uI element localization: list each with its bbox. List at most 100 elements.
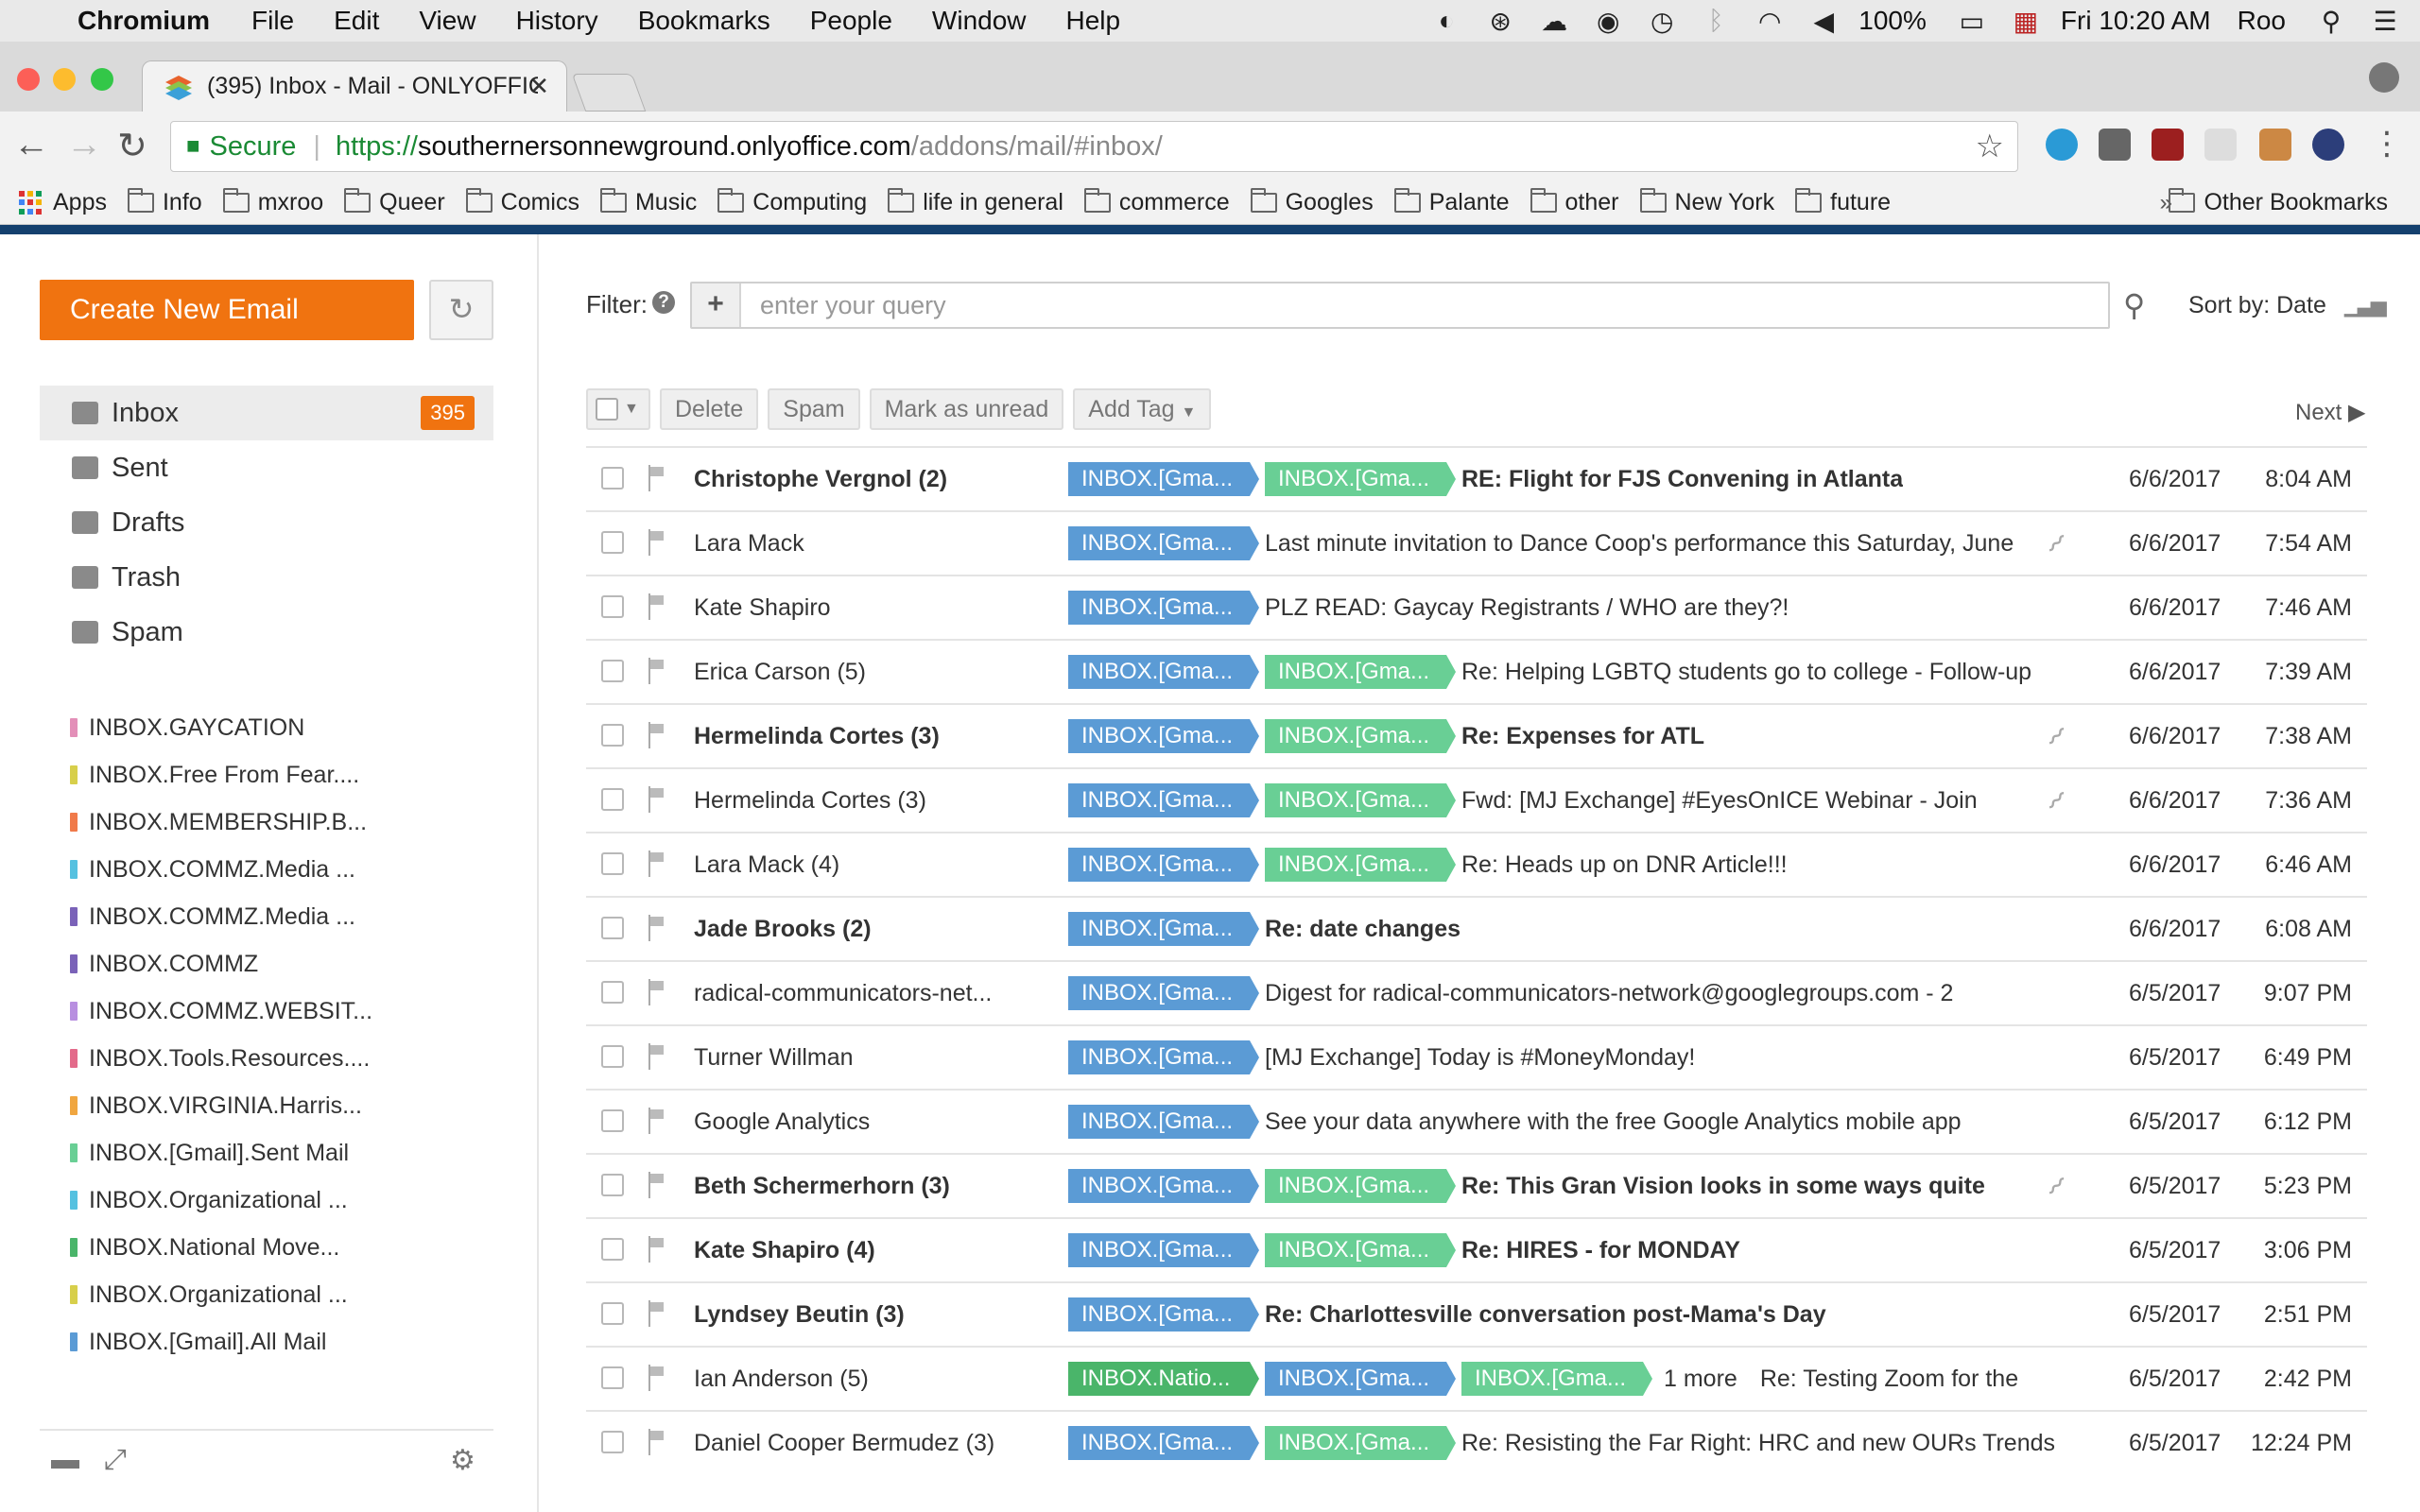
mail-checkbox[interactable] — [601, 1238, 624, 1261]
tag-item[interactable]: INBOX.[Gmail].All Mail — [70, 1318, 382, 1366]
bookmark-other[interactable]: Other Bookmarks — [2169, 188, 2388, 216]
wifi-icon[interactable]: ◠ — [1751, 6, 1789, 37]
mail-row[interactable]: Hermelinda Cortes (3) INBOX.[Gma... INBOX.… — [586, 703, 2367, 767]
mail-subject[interactable]: Digest for radical-communicators-network… — [1265, 980, 1953, 1007]
mail-sender[interactable]: Erica Carson (5) — [694, 659, 1015, 686]
tag-item[interactable]: INBOX.MEMBERSHIP.B... — [70, 799, 382, 846]
create-new-email-button[interactable]: Create New Email — [40, 280, 414, 340]
mark-as-unread-button[interactable]: Mark as unread — [869, 388, 1064, 430]
mail-row[interactable]: Beth Schermerhorn (3) INBOX.[Gma... INBOX.… — [586, 1153, 2367, 1217]
mail-sender[interactable]: Daniel Cooper Bermudez (3) — [694, 1430, 1015, 1457]
flag-icon[interactable] — [647, 465, 666, 491]
mail-checkbox[interactable] — [601, 1109, 624, 1132]
mail-tag[interactable]: INBOX.[Gma... — [1265, 1169, 1456, 1203]
notification-center-icon[interactable]: ☰ — [2366, 6, 2404, 37]
folder-sent[interactable]: Sent — [40, 440, 493, 495]
bookmark-folder[interactable]: Comics — [465, 188, 579, 216]
mail-row[interactable]: Christophe Vergnol (2) INBOX.[Gma... INBOX… — [586, 446, 2367, 510]
mail-checkbox[interactable] — [601, 724, 624, 747]
mail-subject[interactable]: Re: Resisting the Far Right: HRC and new… — [1461, 1430, 2055, 1457]
mail-sender[interactable]: Kate Shapiro (4) — [694, 1237, 1015, 1264]
flag-icon[interactable] — [647, 1429, 666, 1455]
bookmark-folder[interactable]: commerce — [1083, 188, 1230, 216]
profile-icon[interactable] — [2369, 62, 2399, 93]
bookmark-folder[interactable]: life in general — [888, 188, 1063, 216]
bookmark-folder[interactable]: Googles — [1250, 188, 1374, 216]
mail-subject[interactable]: Re: Expenses for ATL — [1461, 723, 1704, 750]
flag-icon[interactable] — [647, 1172, 666, 1198]
mail-sender[interactable]: Google Analytics — [694, 1108, 1015, 1136]
mail-checkbox[interactable] — [601, 531, 624, 554]
mail-checkbox[interactable] — [601, 467, 624, 490]
flag-icon[interactable] — [647, 979, 666, 1005]
menu-edit[interactable]: Edit — [334, 6, 379, 36]
mail-row[interactable]: Hermelinda Cortes (3) INBOX.[Gma... INBOX.… — [586, 767, 2367, 832]
folder-inbox[interactable]: Inbox 395 — [40, 386, 493, 440]
mail-subject[interactable]: Re: This Gran Vision looks in some ways … — [1461, 1173, 1985, 1200]
menu-people[interactable]: People — [810, 6, 892, 36]
tag-item[interactable]: INBOX.COMMZ.WEBSIT... — [70, 988, 382, 1035]
delete-button[interactable]: Delete — [660, 388, 759, 430]
mail-checkbox[interactable] — [601, 1431, 624, 1453]
flag-icon[interactable] — [647, 529, 666, 556]
spotlight-icon[interactable]: ⚲ — [2312, 6, 2350, 37]
flag-icon[interactable] — [647, 1043, 666, 1070]
more-tags-link[interactable]: 1 more — [1664, 1366, 1737, 1393]
spam-button[interactable]: Spam — [768, 388, 860, 430]
folder-trash[interactable]: Trash — [40, 550, 493, 605]
add-tag-button[interactable]: Add Tag ▼ — [1073, 388, 1212, 430]
reload-icon[interactable]: ↻ — [117, 125, 147, 167]
search-icon[interactable]: ⚲ — [2123, 287, 2145, 323]
cloud-icon[interactable]: ☁ — [1535, 6, 1573, 37]
mail-tag[interactable]: INBOX.[Gma... — [1068, 912, 1259, 946]
minimize-window-button[interactable] — [53, 68, 76, 91]
mail-subject[interactable]: Re: Testing Zoom for the — [1760, 1366, 2018, 1393]
menu-window[interactable]: Window — [932, 6, 1027, 36]
mail-row[interactable]: Google Analytics INBOX.[Gma... See your da… — [586, 1089, 2367, 1153]
sort-order-icon[interactable]: ▁▃▅ — [2344, 293, 2387, 318]
mail-checkbox[interactable] — [601, 788, 624, 811]
filter-input[interactable]: + enter your query — [690, 282, 2110, 329]
flag-icon[interactable] — [647, 1236, 666, 1263]
mail-sender[interactable]: Lara Mack — [694, 530, 1015, 558]
mail-sender[interactable]: Lara Mack (4) — [694, 851, 1015, 879]
mail-sender[interactable]: Jade Brooks (2) — [694, 916, 1015, 943]
mail-sender[interactable]: Hermelinda Cortes (3) — [694, 787, 1015, 815]
mail-tag[interactable]: INBOX.[Gma... — [1068, 1040, 1259, 1074]
mail-tag[interactable]: INBOX.[Gma... — [1068, 1105, 1259, 1139]
user-name[interactable]: Roo — [2238, 6, 2286, 36]
tab-inbox[interactable]: (395) Inbox - Mail - ONLYOFFICE ✕ — [142, 60, 567, 112]
ublock-icon[interactable] — [2152, 129, 2184, 161]
mail-tag[interactable]: INBOX.[Gma... — [1068, 1169, 1259, 1203]
flag-icon[interactable] — [647, 1108, 666, 1134]
flag-icon[interactable] — [647, 915, 666, 941]
close-window-button[interactable] — [17, 68, 40, 91]
mail-sender[interactable]: Beth Schermerhorn (3) — [694, 1173, 1015, 1200]
mail-tag[interactable]: INBOX.[Gma... — [1068, 783, 1259, 817]
mail-row[interactable]: Lara Mack INBOX.[Gma... Last minute invita… — [586, 510, 2367, 575]
flag-icon[interactable] — [647, 1300, 666, 1327]
select-all-dropdown[interactable]: ▼ — [586, 388, 650, 430]
tag-item[interactable]: INBOX.Free From Fear.... — [70, 751, 382, 799]
mail-sender[interactable]: Ian Anderson (5) — [694, 1366, 1015, 1393]
mail-subject[interactable]: Re: Heads up on DNR Article!!! — [1461, 851, 1788, 879]
flag-icon[interactable] — [647, 658, 666, 684]
flag-icon[interactable]: ▦ — [2007, 6, 2045, 37]
flag-icon[interactable] — [647, 593, 666, 620]
app-menu[interactable]: Chromium — [78, 6, 210, 36]
select-all-checkbox[interactable] — [596, 398, 618, 421]
mail-subject[interactable]: Re: HIRES - for MONDAY — [1461, 1237, 1740, 1264]
mail-tag[interactable]: INBOX.[Gma... — [1068, 1297, 1259, 1332]
mail-tag[interactable]: INBOX.[Gma... — [1461, 1362, 1652, 1396]
mail-tag[interactable]: INBOX.[Gma... — [1265, 1233, 1456, 1267]
mail-checkbox[interactable] — [601, 660, 624, 682]
mail-checkbox[interactable] — [601, 917, 624, 939]
browser-menu-icon[interactable]: ⋮ — [2371, 125, 2403, 163]
tag-item[interactable]: INBOX.COMMZ.Media ... — [70, 846, 382, 893]
mail-checkbox[interactable] — [601, 1045, 624, 1068]
tag-item[interactable]: INBOX.GAYCATION — [70, 704, 382, 751]
mail-checkbox[interactable] — [601, 981, 624, 1004]
add-filter-icon[interactable]: + — [692, 284, 741, 327]
bookmark-folder[interactable]: other — [1530, 188, 1619, 216]
mail-row[interactable]: Erica Carson (5) INBOX.[Gma... INBOX.[Gma.… — [586, 639, 2367, 703]
